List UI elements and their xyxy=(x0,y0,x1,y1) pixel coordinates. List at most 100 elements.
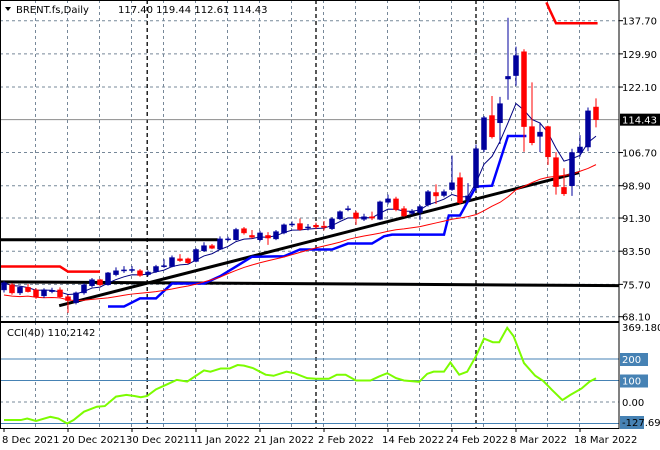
candle-body xyxy=(473,148,479,189)
cci-tick-label: 0.00 xyxy=(622,398,644,409)
candle-body xyxy=(97,279,103,286)
candle xyxy=(513,46,519,86)
candle-body xyxy=(521,51,527,127)
upper-band-line xyxy=(0,265,100,273)
date-label: 18 Mar 2022 xyxy=(574,435,637,446)
candle-body xyxy=(193,249,199,262)
candle xyxy=(289,221,295,227)
candle-body xyxy=(321,225,327,228)
price-chart[interactable]: 137.70 129.90 122.10 106.70 98.90 91.30 83.50 7… xyxy=(0,0,660,450)
date-label: 30 Dec 2021 xyxy=(126,435,190,446)
candle xyxy=(105,272,111,286)
candle xyxy=(1,280,7,293)
candle-body xyxy=(233,229,239,240)
price-tick-label: 83.50 xyxy=(622,247,651,258)
candle xyxy=(449,155,455,191)
triangle-down-icon[interactable] xyxy=(5,7,11,11)
candle-body xyxy=(201,245,207,252)
candle xyxy=(161,259,167,268)
candle-body xyxy=(313,225,319,228)
cci-label: CCI(40) 110.2142 xyxy=(7,328,95,339)
candle-body xyxy=(73,292,79,303)
candle xyxy=(25,283,31,293)
candle-body xyxy=(377,201,383,220)
candle-body xyxy=(545,126,551,158)
candle xyxy=(17,286,23,296)
candle-body xyxy=(449,182,455,190)
candle xyxy=(233,227,239,241)
candle-body xyxy=(345,208,351,210)
cci-tick-label: 100 xyxy=(622,377,641,388)
candle-body xyxy=(385,198,391,203)
candle xyxy=(537,122,543,153)
candle xyxy=(57,287,63,299)
candle xyxy=(545,125,551,165)
candle-body xyxy=(113,270,119,275)
candle xyxy=(49,287,55,294)
candle-body xyxy=(529,126,535,144)
candle xyxy=(441,189,447,198)
date-label: 20 Dec 2021 xyxy=(62,435,126,446)
candle-body xyxy=(273,231,279,240)
candle xyxy=(361,213,367,222)
candle-body xyxy=(9,284,15,294)
candle xyxy=(425,189,431,207)
candle xyxy=(273,229,279,241)
candle-body xyxy=(89,279,95,286)
candle xyxy=(153,264,159,273)
candle-body xyxy=(289,223,295,226)
candle xyxy=(129,266,135,273)
candle-body xyxy=(569,152,575,186)
candle xyxy=(89,277,95,288)
upper-band-line xyxy=(545,1,598,25)
candle xyxy=(553,152,559,195)
candle xyxy=(81,283,87,295)
price-tick-label: 129.90 xyxy=(622,50,657,61)
candle xyxy=(297,218,303,231)
candle xyxy=(489,95,495,139)
candle-body xyxy=(41,289,47,297)
fast-moving-average-line xyxy=(3,102,597,295)
candle-body xyxy=(441,191,447,196)
candle xyxy=(377,200,383,221)
price-tick-label: 106.70 xyxy=(622,149,657,160)
candle-body xyxy=(81,284,87,294)
candle-body xyxy=(505,76,511,80)
cci-tick-label: 369.1807 xyxy=(622,323,660,334)
candle-body xyxy=(425,191,431,206)
candle xyxy=(393,196,399,212)
candle-body xyxy=(393,198,399,210)
candle-body xyxy=(57,289,63,297)
candle-body xyxy=(513,55,519,76)
candle xyxy=(321,221,327,231)
date-label: 24 Feb 2022 xyxy=(446,435,508,446)
candle-body xyxy=(161,265,167,267)
date-label: 21 Jan 2022 xyxy=(254,435,314,446)
candle xyxy=(121,266,127,273)
candle xyxy=(241,226,247,235)
cci-tick-label: -127.690 xyxy=(622,418,660,429)
candle-body xyxy=(177,258,183,261)
price-tick-label: 75.70 xyxy=(622,280,651,291)
candle-body xyxy=(561,187,567,195)
candle-body xyxy=(417,206,423,213)
trailing-stop-line xyxy=(108,134,527,308)
candle xyxy=(177,254,183,262)
candle xyxy=(529,82,535,146)
candle-body xyxy=(593,106,599,120)
candle xyxy=(561,168,567,196)
candle xyxy=(145,270,151,277)
candle-body xyxy=(121,269,127,272)
candle xyxy=(369,211,375,221)
symbol-label: BRENT.fs,Daily xyxy=(16,5,89,16)
candle-body xyxy=(17,287,23,294)
candle xyxy=(113,267,119,277)
candle-body xyxy=(105,272,111,286)
candle xyxy=(9,283,15,295)
candle xyxy=(345,205,351,212)
price-tick-label: 122.10 xyxy=(622,83,657,94)
candle xyxy=(329,217,335,230)
date-label: 2 Feb 2022 xyxy=(318,435,374,446)
candle xyxy=(201,242,207,253)
candle-body xyxy=(1,282,7,291)
